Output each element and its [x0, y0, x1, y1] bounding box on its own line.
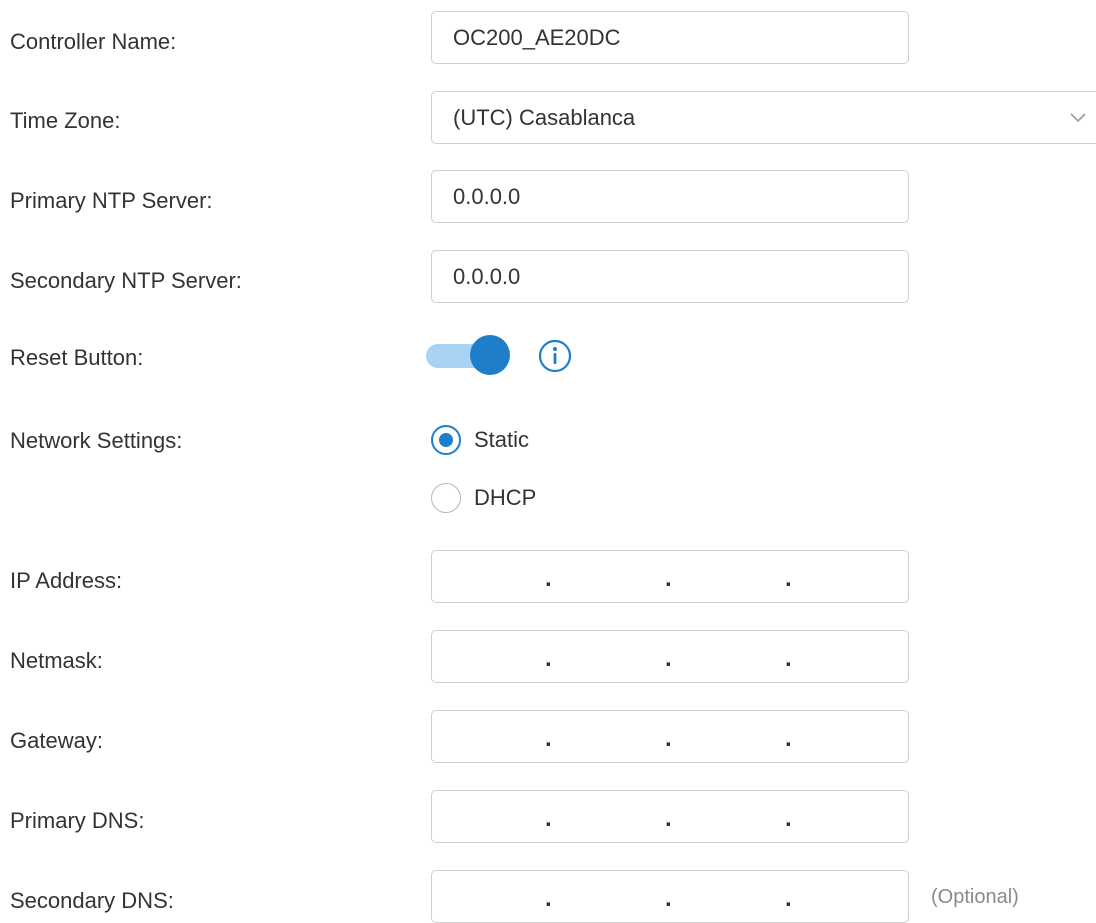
ip-separator: . — [785, 565, 792, 592]
network-static-option[interactable]: Static — [431, 425, 581, 455]
ip-separator: . — [785, 645, 792, 672]
reset-button-label: Reset Button: — [10, 345, 144, 370]
ip-separator: . — [785, 885, 792, 912]
primary-ntp-input[interactable]: 0.0.0.0 — [431, 170, 909, 223]
ip-separator: . — [545, 725, 552, 752]
controller-name-input[interactable]: OC200_AE20DC — [431, 11, 909, 64]
gateway-input[interactable]: . . . — [431, 710, 909, 763]
dhcp-radio[interactable] — [431, 483, 461, 513]
primary-dns-input[interactable]: . . . — [431, 790, 909, 843]
ip-separator: . — [545, 885, 552, 912]
optional-hint: (Optional) — [931, 886, 1019, 908]
ip-separator: . — [545, 565, 552, 592]
reset-button-toggle[interactable] — [426, 335, 510, 375]
ip-separator: . — [785, 725, 792, 752]
controller-name-value: OC200_AE20DC — [453, 25, 621, 50]
gateway-label: Gateway: — [10, 728, 103, 753]
ip-address-label: IP Address: — [10, 568, 123, 593]
primary-ntp-label: Primary NTP Server: — [10, 188, 213, 213]
network-settings-label: Network Settings: — [10, 428, 183, 453]
ip-address-input[interactable]: . . . — [431, 550, 909, 603]
ip-separator: . — [545, 805, 552, 832]
info-icon[interactable] — [537, 338, 573, 374]
ip-separator: . — [665, 885, 672, 912]
netmask-label: Netmask: — [10, 648, 103, 673]
ip-separator: . — [665, 805, 672, 832]
secondary-dns-input[interactable]: . . . — [431, 870, 909, 923]
chevron-down-icon[interactable] — [1069, 108, 1087, 126]
ip-separator: . — [545, 645, 552, 672]
primary-dns-label: Primary DNS: — [10, 808, 145, 833]
ip-separator: . — [665, 565, 672, 592]
time-zone-value: (UTC) Casablanca — [453, 105, 636, 130]
time-zone-select[interactable]: (UTC) Casablanca — [431, 91, 1096, 144]
network-dhcp-option[interactable]: DHCP — [431, 483, 581, 513]
time-zone-label: Time Zone: — [10, 108, 121, 133]
ip-separator: . — [665, 645, 672, 672]
ip-separator: . — [785, 805, 792, 832]
secondary-ntp-value: 0.0.0.0 — [453, 264, 521, 289]
dhcp-radio-label: DHCP — [474, 485, 537, 510]
toggle-knob — [470, 335, 510, 375]
secondary-ntp-label: Secondary NTP Server: — [10, 268, 242, 293]
static-radio[interactable] — [431, 425, 461, 455]
ip-separator: . — [665, 725, 672, 752]
netmask-input[interactable]: . . . — [431, 630, 909, 683]
secondary-ntp-input[interactable]: 0.0.0.0 — [431, 250, 909, 303]
static-radio-label: Static — [474, 427, 530, 452]
primary-ntp-value: 0.0.0.0 — [453, 184, 521, 209]
secondary-dns-label: Secondary DNS: — [10, 888, 174, 913]
controller-name-label: Controller Name: — [10, 29, 177, 54]
